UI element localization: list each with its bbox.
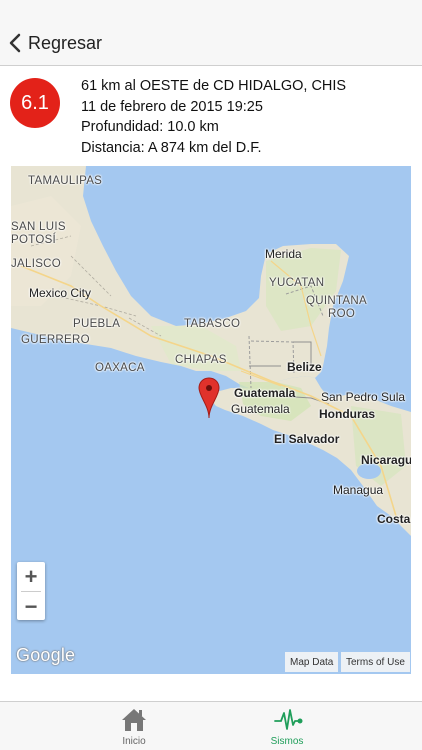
earthquake-depth: Profundidad: 10.0 km — [81, 119, 219, 135]
map-label-nicaragua: Nicaragua — [361, 453, 411, 467]
earthquake-details: 6.1 61 km al OESTE de CD HIDALGO, CHIS 1… — [0, 66, 422, 166]
map-label-quintana: QUINTANA — [306, 295, 367, 307]
map-label-roo: ROO — [328, 308, 356, 320]
map-label-merida: Merida — [265, 247, 302, 261]
zoom-control: + − — [17, 562, 45, 620]
seismograph-icon — [274, 709, 303, 730]
map-label-jalisco: JALISCO — [11, 258, 62, 270]
earthquake-info: 61 km al OESTE de CD HIDALGO, CHIS 11 de… — [81, 76, 346, 158]
tab-sismos-label: Sismos — [270, 736, 304, 747]
map-label-chiapas: CHIAPAS — [175, 354, 227, 366]
terms-of-use-link[interactable]: Terms of Use — [341, 652, 410, 672]
navigation-bar: Regresar — [0, 0, 422, 66]
magnitude-badge: 6.1 — [10, 78, 60, 128]
map-label-honduras: Honduras — [319, 407, 376, 421]
map-label-oaxaca: OAXACA — [95, 362, 145, 374]
tab-bar: Inicio Sismos — [0, 701, 422, 750]
map-label-guerrero: GUERRERO — [21, 334, 90, 346]
map-label-costa: Costa — [377, 512, 411, 526]
map-label-mexico-city: Mexico City — [29, 286, 92, 300]
earthquake-location: 61 km al OESTE de CD HIDALGO, CHIS — [81, 78, 347, 94]
back-button-label: Regresar — [28, 32, 103, 53]
tab-sismos[interactable]: Sismos — [227, 702, 347, 750]
chevron-left-icon — [9, 33, 21, 53]
map-label-belize: Belize — [287, 360, 322, 374]
google-logo: Google — [16, 645, 76, 665]
map-label-managua: Managua — [333, 483, 384, 497]
zoom-out-button[interactable]: − — [17, 592, 45, 621]
earthquake-distance: Distancia: A 874 km del D.F. — [81, 139, 262, 156]
tab-inicio[interactable]: Inicio — [74, 702, 194, 750]
map-label-el-salvador: El Salvador — [274, 432, 340, 446]
map-marker-icon[interactable] — [198, 377, 220, 419]
home-icon — [122, 709, 146, 731]
map-label-puebla: PUEBLA — [73, 318, 121, 330]
map-label-tabasco: TABASCO — [184, 318, 241, 330]
back-button[interactable]: Regresar — [6, 28, 102, 58]
zoom-in-button[interactable]: + — [17, 562, 45, 591]
map-label-tamaulipas: TAMAULIPAS — [28, 175, 103, 187]
map-label-guatemala-country: Guatemala — [234, 386, 296, 400]
map-label-san-luis: SAN LUIS — [11, 221, 66, 233]
map-label-san-pedro-sula: San Pedro Sula — [321, 390, 406, 404]
map-data-link[interactable]: Map Data — [285, 652, 339, 672]
map-label-yucatan: YUCATAN — [269, 277, 325, 289]
map-label-guatemala-city: Guatemala — [231, 402, 290, 416]
earthquake-datetime: 11 de febrero de 2015 19:25 — [81, 98, 263, 115]
map-label-potosi: POTOSÍ — [11, 234, 57, 246]
tab-inicio-label: Inicio — [122, 736, 146, 747]
map-view[interactable]: TAMAULIPAS SAN LUIS POTOSÍ JALISCO Mexic… — [11, 166, 411, 674]
